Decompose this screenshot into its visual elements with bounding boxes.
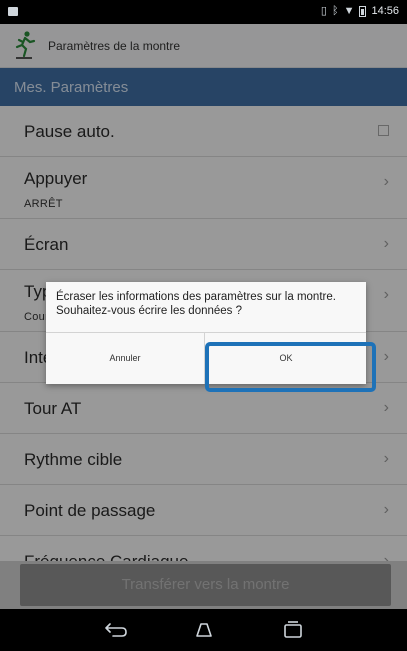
dialog-message: Écraser les informations des paramètres … <box>56 291 336 317</box>
recent-apps-icon[interactable] <box>282 620 304 640</box>
notification-icon <box>8 7 18 16</box>
ok-highlight-frame <box>205 342 376 392</box>
vibrate-icon: ▯ <box>320 5 327 17</box>
app-screen: Paramètres de la montre Mes. Paramètres … <box>0 24 407 609</box>
back-icon[interactable] <box>103 621 129 639</box>
status-bar: ▯ ᛒ ▼ 14:56 <box>0 0 407 24</box>
bluetooth-icon: ᛒ <box>331 5 339 17</box>
cancel-button[interactable]: Annuler <box>46 333 205 384</box>
device-screen: ▯ ᛒ ▼ 14:56 Paramètres de la montre Mes.… <box>0 0 407 651</box>
status-time: 14:56 <box>371 5 399 17</box>
navigation-bar <box>0 609 407 651</box>
home-icon[interactable] <box>191 621 217 639</box>
wifi-icon: ▼ <box>343 5 355 17</box>
status-icons: ▯ ᛒ ▼ 14:56 <box>321 5 399 17</box>
battery-icon <box>359 5 367 17</box>
